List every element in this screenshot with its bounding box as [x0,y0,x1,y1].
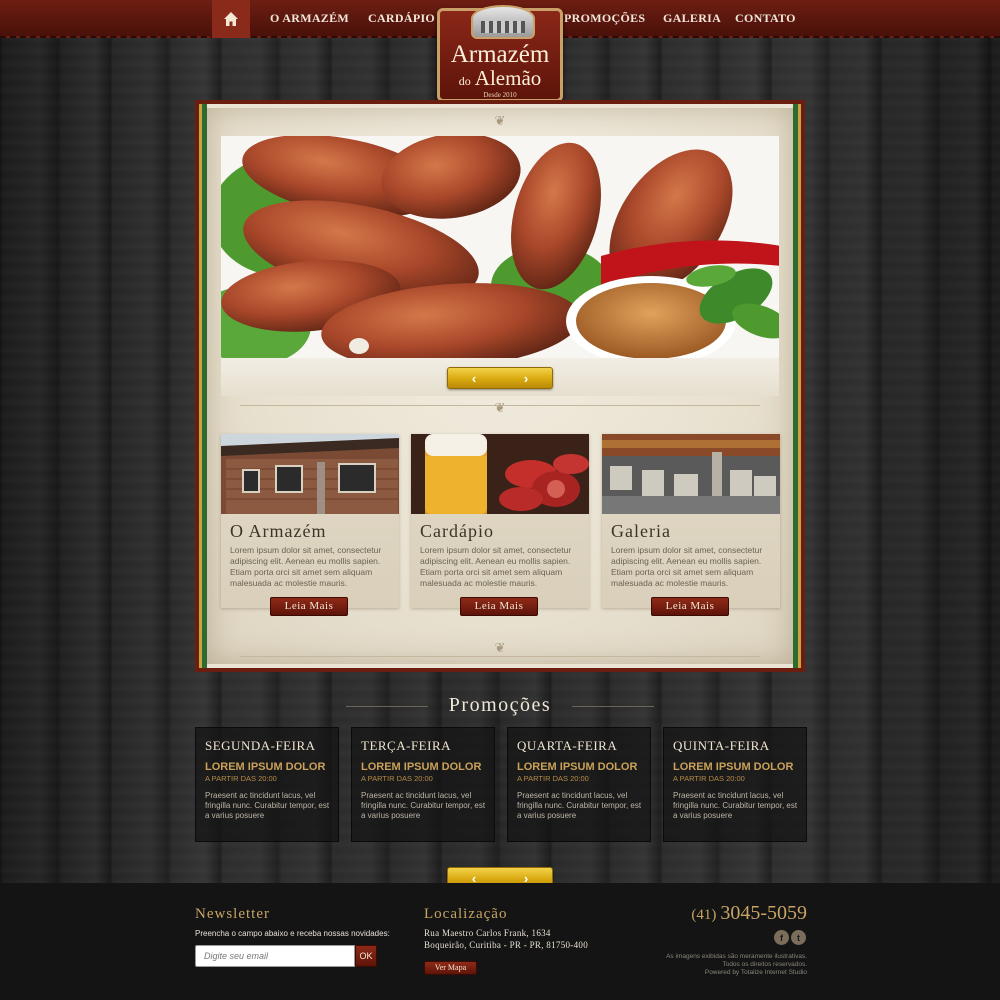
promo-description: Praesent ac tincidunt lacus, vel fringil… [673,791,798,820]
logo-text-alemao: Alemão [474,66,542,90]
phone-number: (41) 3045-5059 [691,902,807,925]
promo-time: A partir das 20:00 [517,774,589,783]
read-more-button-galeria[interactable]: Leia Mais [651,597,729,616]
promo-time: A partir das 20:00 [361,774,433,783]
promo-title: Lorem ipsum dolor [517,761,638,773]
phone-area-code: (41) [691,907,717,923]
read-more-button-cardapio[interactable]: Leia Mais [460,597,538,616]
newsletter-submit-button[interactable]: OK [355,945,377,967]
card-description: Lorem ipsum dolor sit amet, consectetur … [611,545,763,588]
card-image-galeria [602,434,780,514]
card-description: Lorem ipsum dolor sit amet, consectetur … [230,545,382,588]
promo-description: Praesent ac tincidunt lacus, vel fringil… [205,791,330,820]
newsletter-description: Preencha o campo abaixo e receba nossas … [195,929,390,938]
promo-time: A partir das 20:00 [205,774,277,783]
card-title: Galeria [611,521,671,541]
section-divider-bottom [240,656,760,657]
card-title: O Armazém [230,521,327,541]
card-image-armazem [221,434,399,514]
promotions-heading: Promoções [448,694,552,716]
promo-heading-rule-right [572,706,654,707]
flourish-ornament-bottom: ❦ [494,641,506,656]
read-more-button-armazem[interactable]: Leia Mais [270,597,348,616]
facebook-icon[interactable]: f [774,930,789,945]
nav-item-cardapio[interactable]: Cardápio [368,11,435,26]
nav-home-button[interactable] [212,0,250,38]
card-image-cardapio [411,434,589,514]
promo-title: Lorem ipsum dolor [205,761,326,773]
feature-card-armazem: O Armazém Lorem ipsum dolor sit amet, co… [221,434,399,616]
logo-text-main: Armazém [450,41,550,68]
slider-navigation: ‹ › [447,367,553,389]
twitter-icon[interactable]: t [791,930,806,945]
promo-title: Lorem ipsum dolor [361,761,482,773]
promo-day: Quinta-feira [673,738,770,753]
home-icon [224,12,238,26]
phone-main-number: 3045-5059 [720,902,807,924]
hero-slide-image [221,136,779,358]
address-line-1: Rua Maestro Carlos Frank, 1634 [424,928,551,938]
logo-since: Desde 2010 [483,91,517,99]
feature-card-galeria: Galeria Lorem ipsum dolor sit amet, cons… [602,434,780,616]
newsletter-title: Newsletter [195,906,270,922]
promo-description: Praesent ac tincidunt lacus, vel fringil… [361,791,486,820]
logo-text-secondary: do Alemão [440,67,560,92]
card-title: Cardápio [420,521,494,541]
logo-building-icon [471,5,535,39]
promo-description: Praesent ac tincidunt lacus, vel fringil… [517,791,642,820]
nav-item-contato[interactable]: Contato [735,11,796,26]
promo-card-thursday[interactable]: Quinta-feira Lorem ipsum dolor A partir … [663,727,807,842]
nav-item-armazem[interactable]: O Armazém [270,11,349,26]
slider-next-button[interactable]: › [500,371,552,386]
promo-card-wednesday[interactable]: Quarta-feira Lorem ipsum dolor A partir … [507,727,651,842]
promo-card-monday[interactable]: Segunda-feira Lorem ipsum dolor A partir… [195,727,339,842]
flourish-ornament-top: ❦ [494,114,506,129]
site-logo[interactable]: Armazém do Alemão Desde 2010 [437,5,563,102]
nav-item-promocoes[interactable]: Promoções [564,11,645,26]
legal-disclaimer: As imagens exibidas são meramente ilustr… [666,953,807,960]
flourish-ornament-middle: ❦ [494,401,506,416]
logo-text-do: do [458,74,471,88]
promo-title: Lorem ipsum dolor [673,761,794,773]
promo-time: A partir das 20:00 [673,774,745,783]
card-description: Lorem ipsum dolor sit amet, consectetur … [420,545,572,588]
hero-food-illustration [221,136,779,358]
feature-card-cardapio: Cardápio Lorem ipsum dolor sit amet, con… [411,434,589,616]
promo-day: Quarta-feira [517,738,618,753]
nav-item-galeria[interactable]: Galeria [663,11,721,26]
legal-rights: Todos os direitos reservados. [722,961,807,968]
newsletter-email-input[interactable] [195,945,355,967]
view-map-button[interactable]: Ver Mapa [424,961,477,975]
location-title: Localização [424,906,508,922]
address-line-2: Boqueirão, Curitiba - PR - PR, 81750-400 [424,940,588,950]
legal-credit[interactable]: Powered by Totalize Internet Studio [705,969,807,977]
promo-card-tuesday[interactable]: Terça-feira Lorem ipsum dolor A partir d… [351,727,495,842]
slider-prev-button[interactable]: ‹ [448,371,500,386]
promo-day: Terça-feira [361,738,451,753]
promo-day: Segunda-feira [205,738,316,753]
